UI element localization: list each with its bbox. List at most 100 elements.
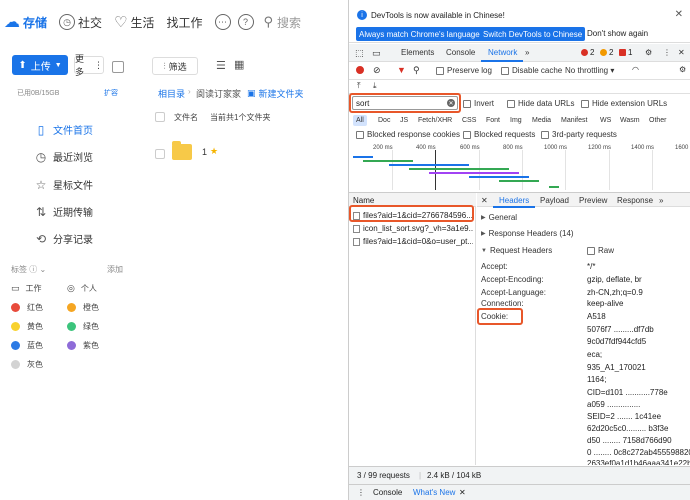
- close-drawer-icon[interactable]: ✕: [459, 488, 466, 497]
- close-icon[interactable]: ✕: [675, 9, 683, 20]
- drawer-tab-console[interactable]: Console: [373, 488, 402, 497]
- type-filter-media[interactable]: Media: [529, 115, 554, 126]
- sidebar-item-share[interactable]: ⟲ 分享记录: [35, 231, 93, 247]
- section-general[interactable]: ▶ General: [481, 213, 517, 222]
- sidebar-item-recent[interactable]: ◷ 最近浏览: [35, 149, 93, 165]
- type-filter-other[interactable]: Other: [646, 115, 670, 126]
- tag-gray[interactable]: 灰色: [11, 359, 43, 370]
- type-filter-fetch-xhr[interactable]: Fetch/XHR: [415, 115, 455, 126]
- list-view-icon[interactable]: ☰: [216, 59, 226, 72]
- tag-purple[interactable]: 紫色: [67, 340, 99, 351]
- import-har-icon[interactable]: ⤒: [357, 81, 361, 91]
- preserve-log-checkbox[interactable]: Preserve log: [436, 66, 492, 75]
- hide-extension-urls-checkbox[interactable]: Hide extension URLs: [581, 99, 667, 108]
- hide-data-urls-checkbox[interactable]: Hide data URLs: [507, 99, 574, 108]
- type-filter-all[interactable]: All: [353, 115, 367, 126]
- always-match-language-button[interactable]: Always match Chrome's language: [356, 27, 483, 41]
- blocked-requests-checkbox[interactable]: Blocked requests: [463, 130, 535, 139]
- nav-storage[interactable]: ☁ 存储: [4, 12, 47, 32]
- disable-cache-checkbox[interactable]: Disable cache: [501, 66, 562, 75]
- tag-personal[interactable]: ◎ 个人: [67, 283, 97, 294]
- search-icon[interactable]: ⚲: [413, 65, 420, 76]
- nav-life[interactable]: ♡ 生活: [114, 13, 154, 31]
- tab-console[interactable]: Console: [446, 48, 475, 57]
- invert-checkbox[interactable]: Invert: [463, 99, 494, 108]
- close-detail-icon[interactable]: ✕: [481, 196, 488, 205]
- help-icon[interactable]: ?: [237, 14, 254, 30]
- grid-view-icon[interactable]: ▦: [234, 58, 244, 71]
- blocked-cookies-checkbox[interactable]: Blocked response cookies: [356, 130, 460, 139]
- section-response-headers[interactable]: ▶ Response Headers (14): [481, 229, 574, 238]
- type-filter-img[interactable]: Img: [507, 115, 525, 126]
- tab-network[interactable]: Network: [488, 48, 517, 57]
- throttling-select[interactable]: No throttling ▾: [565, 66, 614, 75]
- record-icon[interactable]: [356, 66, 364, 74]
- expand-storage-link[interactable]: 扩容: [104, 88, 118, 98]
- new-folder-button[interactable]: ▣ 新建文件夹: [247, 87, 304, 100]
- type-filter-ws[interactable]: WS: [597, 115, 614, 126]
- type-filter-doc[interactable]: Doc: [375, 115, 393, 126]
- star-icon[interactable]: ★: [210, 146, 218, 157]
- breadcrumb-root[interactable]: 相目录: [158, 87, 185, 100]
- error-badge[interactable]: 2: [581, 48, 594, 57]
- type-filter-manifest[interactable]: Manifest: [558, 115, 590, 126]
- tag-work[interactable]: ▭ 工作: [11, 283, 42, 294]
- tag-orange[interactable]: 橙色: [67, 302, 99, 313]
- sidebar-item-home[interactable]: ▯ 文件首页: [35, 122, 93, 138]
- type-filter-wasm[interactable]: Wasm: [617, 115, 643, 126]
- add-tag-button[interactable]: 添加: [107, 264, 123, 275]
- tab-preview[interactable]: Preview: [579, 196, 607, 205]
- tab-response[interactable]: Response: [617, 196, 653, 205]
- inspect-icon[interactable]: ⬚: [355, 48, 364, 59]
- clear-icon[interactable]: ⊘: [373, 65, 381, 76]
- sidebar-item-starred[interactable]: ☆ 星标文件: [35, 177, 93, 193]
- tag-blue[interactable]: 蓝色: [11, 340, 43, 351]
- section-request-headers[interactable]: ▼ Request Headers: [481, 246, 552, 255]
- more-tabs-icon[interactable]: »: [525, 48, 529, 57]
- tag-green[interactable]: 绿色: [67, 321, 99, 332]
- switch-to-chinese-button[interactable]: Switch DevTools to Chinese: [480, 27, 586, 41]
- request-row[interactable]: icon_list_sort.svg?_vh=3a1e9...: [353, 224, 473, 233]
- kebab-menu-icon[interactable]: ⋮: [663, 48, 671, 57]
- nav-social[interactable]: ◷ 社交: [59, 14, 102, 31]
- type-filter-font[interactable]: Font: [483, 115, 503, 126]
- dont-show-again-button[interactable]: Don't show again: [587, 29, 648, 38]
- drawer-tab-whats-new[interactable]: What's New: [413, 488, 455, 497]
- filter-button[interactable]: ⫶ 筛选: [152, 57, 198, 75]
- sidebar-toggle-icon[interactable]: [112, 61, 124, 73]
- request-row[interactable]: files?aid=1&cid=0&o=user_pt...: [353, 237, 473, 246]
- search-icon[interactable]: ⚲: [264, 14, 274, 30]
- wifi-icon[interactable]: ◠: [632, 65, 639, 74]
- tag-red[interactable]: 红色: [11, 302, 43, 313]
- more-button[interactable]: 更多 ⋮: [74, 54, 104, 77]
- column-name[interactable]: 文件名: [174, 112, 198, 123]
- third-party-checkbox[interactable]: 3rd-party requests: [541, 130, 617, 139]
- tab-elements[interactable]: Elements: [401, 48, 434, 57]
- folder-name[interactable]: 1: [202, 147, 207, 157]
- search-input[interactable]: 搜索: [277, 14, 301, 31]
- drawer-menu-icon[interactable]: ⋮: [357, 488, 365, 497]
- tab-payload[interactable]: Payload: [540, 196, 569, 205]
- tag-yellow[interactable]: 黄色: [11, 321, 43, 332]
- type-filter-css[interactable]: CSS: [459, 115, 479, 126]
- export-har-icon[interactable]: ⤓: [373, 81, 377, 91]
- raw-checkbox[interactable]: Raw: [587, 246, 614, 255]
- device-toolbar-icon[interactable]: ▭: [372, 48, 381, 59]
- close-devtools-icon[interactable]: ✕: [678, 48, 685, 57]
- info-badge[interactable]: 1: [619, 48, 632, 57]
- folder-icon[interactable]: [172, 141, 192, 160]
- nav-work[interactable]: 找工作: [167, 14, 203, 31]
- sidebar-item-transfer[interactable]: ⇅ 近期传输: [35, 204, 93, 220]
- select-all-checkbox[interactable]: [155, 112, 165, 122]
- network-settings-icon[interactable]: ⚙: [679, 65, 686, 74]
- type-filter-js[interactable]: JS: [397, 115, 411, 126]
- tab-headers[interactable]: Headers: [499, 196, 529, 205]
- more-tabs-icon[interactable]: »: [659, 196, 663, 205]
- row-checkbox[interactable]: [155, 149, 165, 159]
- filter-funnel-icon[interactable]: ▼: [397, 65, 406, 75]
- more-icon[interactable]: ⋯: [214, 14, 231, 30]
- upload-button[interactable]: ⬆ 上传 ▼: [12, 55, 68, 75]
- tags-heading[interactable]: 标签 ⓘ ⌄: [11, 264, 46, 275]
- warning-badge[interactable]: 2: [600, 48, 613, 57]
- gear-icon[interactable]: ⚙: [645, 48, 652, 57]
